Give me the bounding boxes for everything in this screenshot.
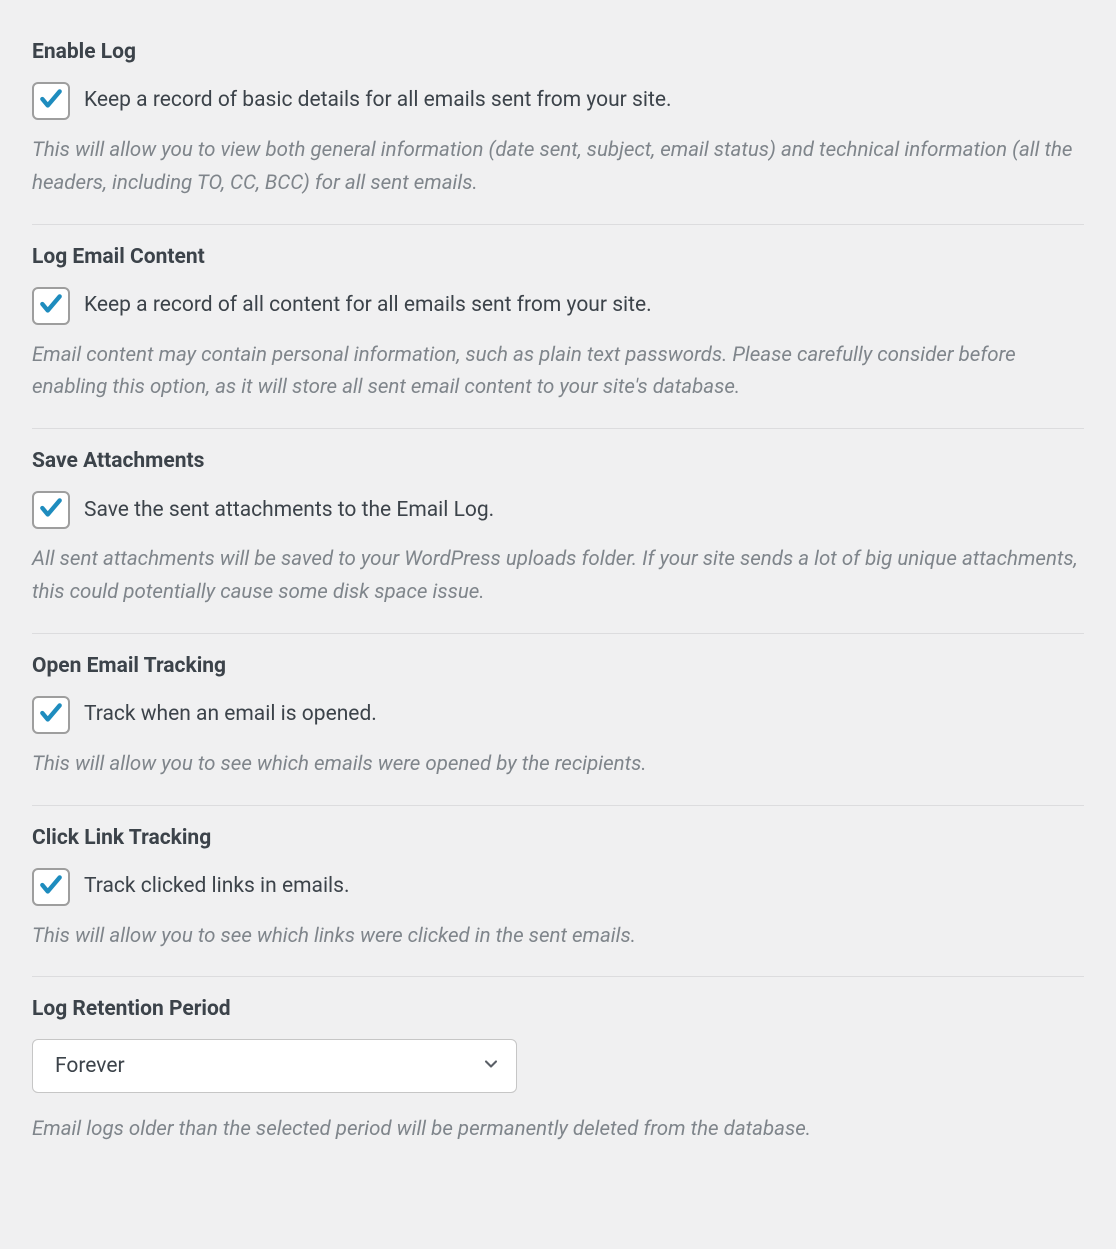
checkmark-icon [38, 872, 64, 902]
save-attachments-checkbox[interactable] [32, 491, 70, 529]
section-title: Save Attachments [32, 449, 1084, 473]
checkbox-row: Save the sent attachments to the Email L… [32, 491, 1084, 529]
section-log-retention-period: Log Retention Period Forever Email logs … [32, 977, 1084, 1170]
section-open-email-tracking: Open Email Tracking Track when an email … [32, 634, 1084, 806]
section-description: All sent attachments will be saved to yo… [32, 543, 1084, 609]
log-email-content-checkbox[interactable] [32, 287, 70, 325]
checkbox-label: Keep a record of all content for all ema… [84, 292, 652, 319]
section-log-email-content: Log Email Content Keep a record of all c… [32, 225, 1084, 430]
section-title: Enable Log [32, 40, 1084, 64]
checkmark-icon [38, 495, 64, 525]
checkmark-icon [38, 291, 64, 321]
section-title: Log Retention Period [32, 997, 1084, 1021]
checkbox-label: Track clicked links in emails. [84, 873, 350, 900]
section-enable-log: Enable Log Keep a record of basic detail… [32, 20, 1084, 225]
section-title: Log Email Content [32, 245, 1084, 269]
section-title: Click Link Tracking [32, 826, 1084, 850]
section-click-link-tracking: Click Link Tracking Track clicked links … [32, 806, 1084, 978]
enable-log-checkbox[interactable] [32, 82, 70, 120]
section-description: Email logs older than the selected perio… [32, 1113, 1084, 1146]
section-description: This will allow you to see which links w… [32, 920, 1084, 953]
checkbox-row: Track when an email is opened. [32, 696, 1084, 734]
checkbox-label: Track when an email is opened. [84, 701, 377, 728]
select-value: Forever [55, 1054, 125, 1078]
section-save-attachments: Save Attachments Save the sent attachmen… [32, 429, 1084, 634]
checkbox-row: Track clicked links in emails. [32, 868, 1084, 906]
section-description: Email content may contain personal infor… [32, 339, 1084, 405]
checkbox-label: Save the sent attachments to the Email L… [84, 497, 494, 524]
section-description: This will allow you to see which emails … [32, 748, 1084, 781]
log-retention-select[interactable]: Forever [32, 1039, 517, 1093]
click-link-tracking-checkbox[interactable] [32, 868, 70, 906]
select-wrapper: Forever [32, 1039, 517, 1093]
section-title: Open Email Tracking [32, 654, 1084, 678]
section-description: This will allow you to view both general… [32, 134, 1084, 200]
open-email-tracking-checkbox[interactable] [32, 696, 70, 734]
checkbox-label: Keep a record of basic details for all e… [84, 87, 672, 114]
checkbox-row: Keep a record of all content for all ema… [32, 287, 1084, 325]
checkbox-row: Keep a record of basic details for all e… [32, 82, 1084, 120]
checkmark-icon [38, 86, 64, 116]
checkmark-icon [38, 700, 64, 730]
